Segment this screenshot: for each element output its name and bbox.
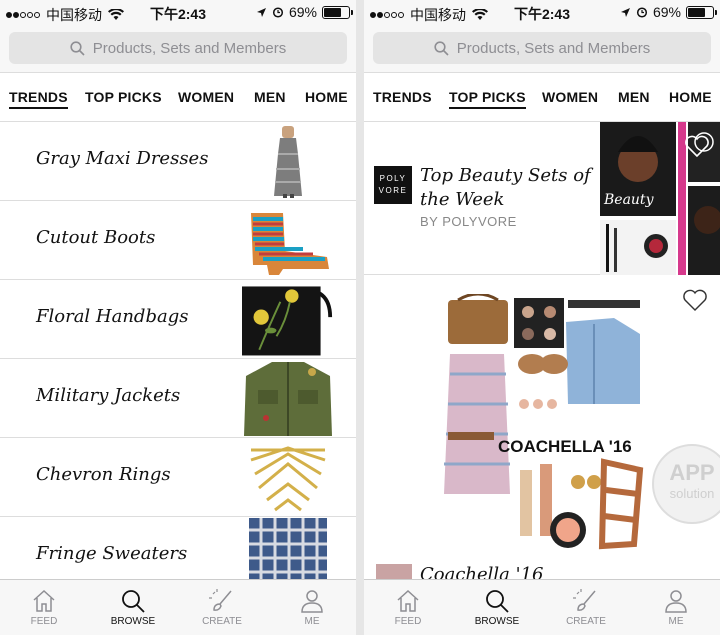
trends-list: Gray Maxi Dresses Cutout Boots Floral Ha… (0, 122, 356, 596)
search-input[interactable]: Products, Sets and Members (9, 32, 347, 64)
coachella-set-collage-image: COACHELLA '16 (444, 294, 644, 556)
tab-label: ME (668, 616, 684, 627)
list-item[interactable]: Military Jackets (0, 359, 356, 438)
floral-handbag-image (242, 282, 334, 357)
battery-percent: 69% (288, 4, 317, 20)
search-input[interactable]: Products, Sets and Members (373, 32, 711, 64)
person-icon (665, 590, 687, 613)
trend-label: Military Jackets (36, 385, 181, 406)
tab-label: CREATE (202, 616, 242, 627)
set-card[interactable]: POLY VORE Top Beauty Sets of the Week BY… (364, 122, 720, 275)
svg-text:Beauty: Beauty (603, 192, 655, 208)
category-tabs: TRENDS TOP PICKS WOMEN MEN HOME (0, 72, 356, 122)
trend-label: Chevron Rings (36, 464, 171, 485)
search-icon (434, 40, 449, 56)
tab-create[interactable]: CREATE (546, 588, 626, 627)
tab-label: BROWSE (110, 616, 156, 627)
tab-home[interactable]: HOME (305, 89, 348, 105)
tab-trends[interactable]: TRENDS (373, 89, 432, 105)
battery-icon (686, 5, 717, 19)
trend-label: Gray Maxi Dresses (36, 148, 209, 169)
category-tabs: TRENDS TOP PICKS WOMEN MEN HOME (364, 72, 720, 122)
svg-text:COACHELLA '16: COACHELLA '16 (498, 437, 632, 456)
tab-label: FEED (30, 616, 58, 627)
home-icon (33, 589, 55, 612)
tab-browse[interactable]: BROWSE (93, 588, 173, 627)
set-card[interactable]: COACHELLA '16 APP solution Coachella '16 (364, 276, 720, 585)
tab-label: ME (304, 616, 320, 627)
military-jacket-image (242, 361, 334, 436)
battery-level (688, 7, 705, 17)
cutout-boots-image (242, 203, 334, 278)
heart-icon[interactable] (684, 134, 710, 158)
polyvore-logo: POLY VORE (374, 166, 412, 204)
tab-women[interactable]: WOMEN (178, 89, 234, 105)
tab-bar: FEED BROWSE CREATE ME (0, 579, 356, 635)
tab-feed[interactable]: FEED (368, 588, 448, 627)
tab-create[interactable]: CREATE (182, 588, 262, 627)
status-bar: 中国移动 下午2:43 69% (364, 0, 720, 24)
brush-icon (209, 589, 232, 611)
tab-me[interactable]: ME (636, 588, 716, 627)
tab-top-picks[interactable]: TOP PICKS (449, 89, 526, 109)
trend-label: Cutout Boots (36, 227, 156, 248)
list-item[interactable]: Floral Handbags (0, 280, 356, 359)
search-placeholder: Products, Sets and Members (456, 39, 651, 57)
status-bar: 中国移动 下午2:43 69% (0, 0, 356, 24)
tab-men[interactable]: MEN (618, 89, 650, 105)
search-placeholder: Products, Sets and Members (92, 39, 287, 57)
person-icon (301, 590, 323, 613)
tab-women[interactable]: WOMEN (542, 89, 598, 105)
list-item[interactable]: Cutout Boots (0, 201, 356, 280)
alarm-clock-icon (272, 7, 284, 18)
tab-feed[interactable]: FEED (4, 588, 84, 627)
browse-screen-top-picks: 中国移动 下午2:43 69% Products, Sets and Membe… (364, 0, 720, 635)
list-item[interactable]: Chevron Rings (0, 438, 356, 517)
battery-icon (322, 5, 353, 19)
app-solution-watermark: APP solution (652, 444, 720, 524)
set-title: Top Beauty Sets of the Week (420, 165, 591, 210)
screen-divider (356, 0, 364, 635)
gray-maxi-dress-image (242, 124, 334, 199)
tab-bar: FEED BROWSE CREATE ME (364, 579, 720, 635)
tab-me[interactable]: ME (272, 588, 352, 627)
tab-label: FEED (394, 616, 422, 627)
alarm-clock-icon (636, 7, 648, 18)
trend-label: Floral Handbags (36, 306, 189, 327)
tab-trends[interactable]: TRENDS (9, 89, 68, 109)
set-byline: BY POLYVORE (420, 214, 517, 229)
list-item[interactable]: Gray Maxi Dresses (0, 122, 356, 201)
brush-icon (573, 589, 596, 611)
tab-top-picks[interactable]: TOP PICKS (85, 89, 162, 105)
tab-men[interactable]: MEN (254, 89, 286, 105)
search-icon (70, 40, 85, 56)
chevron-ring-image (242, 440, 334, 515)
trend-label: Fringe Sweaters (36, 543, 188, 564)
location-arrow-icon (620, 7, 630, 17)
tab-label: BROWSE (474, 616, 520, 627)
search-icon (486, 590, 509, 613)
tab-browse[interactable]: BROWSE (457, 588, 537, 627)
tab-home[interactable]: HOME (669, 89, 712, 105)
battery-level (324, 7, 341, 17)
tab-label: CREATE (566, 616, 606, 627)
browse-screen-trends: 中国移动 下午2:43 69% Products, Sets and Membe… (0, 0, 356, 635)
battery-percent: 69% (652, 4, 681, 20)
location-arrow-icon (256, 7, 266, 17)
home-icon (397, 589, 419, 612)
search-icon (122, 590, 145, 613)
heart-icon[interactable] (682, 288, 708, 312)
